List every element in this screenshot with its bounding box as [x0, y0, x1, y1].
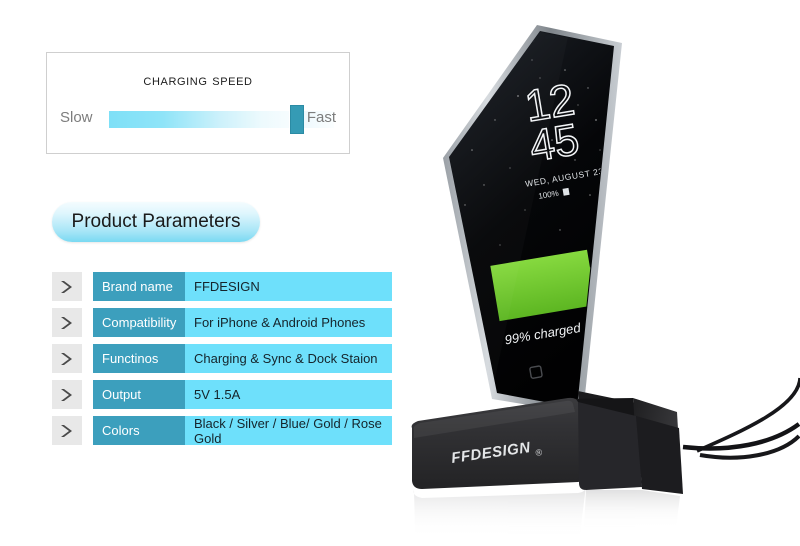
- charging-speed-card: Charging Speed Slow Fast: [46, 52, 350, 154]
- param-value: Charging & Sync & Dock Staion: [185, 344, 392, 373]
- product-parameters-label: Product Parameters: [71, 211, 241, 232]
- chevron-right-icon: [52, 308, 82, 337]
- smartphone: 12 45 WED, AUGUST 23 100% 99% charged: [443, 19, 622, 414]
- iris-sensor: [596, 19, 603, 26]
- charging-speed-title: Charging Speed: [143, 72, 253, 89]
- chevron-right-icon: [52, 416, 82, 445]
- product-marketing-banner: Charging Speed Slow Fast Product Paramet…: [0, 0, 800, 546]
- param-key: Output: [93, 380, 185, 409]
- slider-slow-label: Slow: [60, 109, 93, 126]
- param-key: Compatibility: [93, 308, 185, 337]
- charging-dock: FFDESIGN ®: [411, 391, 683, 494]
- param-value: Black / Silver / Blue/ Gold / Rose Gold: [185, 416, 392, 446]
- table-row: Functinos Charging & Sync & Dock Staion: [52, 344, 392, 373]
- product-parameters-heading: Product Parameters: [52, 202, 260, 242]
- slider-track[interactable]: [109, 111, 289, 128]
- dock-far-right-wall: [636, 416, 683, 494]
- chevron-right-icon: [52, 380, 82, 409]
- charging-cable-main: [682, 422, 800, 451]
- front-camera: [580, 19, 592, 31]
- table-row: Brand name FFDESIGN: [52, 272, 392, 301]
- slider-fast-label: Fast: [306, 109, 336, 126]
- chevron-right-icon: [52, 344, 82, 373]
- param-key: Colors: [93, 416, 185, 445]
- dock-right-wall: [578, 402, 642, 490]
- table-row: Compatibility For iPhone & Android Phone…: [52, 308, 392, 337]
- param-value: FFDESIGN: [185, 272, 392, 301]
- table-row: Output 5V 1.5A: [52, 380, 392, 409]
- parameters-table: Brand name FFDESIGN Compatibility For iP…: [52, 272, 392, 452]
- charging-speed-slider-row: Slow Fast: [47, 105, 349, 135]
- lock-screen-battery-icon: [562, 187, 570, 196]
- table-row: Colors Black / Silver / Blue/ Gold / Ros…: [52, 416, 392, 446]
- param-key: Brand name: [93, 272, 185, 301]
- slider-handle[interactable]: [290, 105, 304, 134]
- param-key: Functinos: [93, 344, 185, 373]
- chevron-right-icon: [52, 272, 82, 301]
- product-photo: 12 45 WED, AUGUST 23 100% 99% charged FF…: [400, 0, 800, 546]
- surface-reflection: [413, 486, 680, 540]
- param-value: For iPhone & Android Phones: [185, 308, 392, 337]
- param-value: 5V 1.5A: [185, 380, 392, 409]
